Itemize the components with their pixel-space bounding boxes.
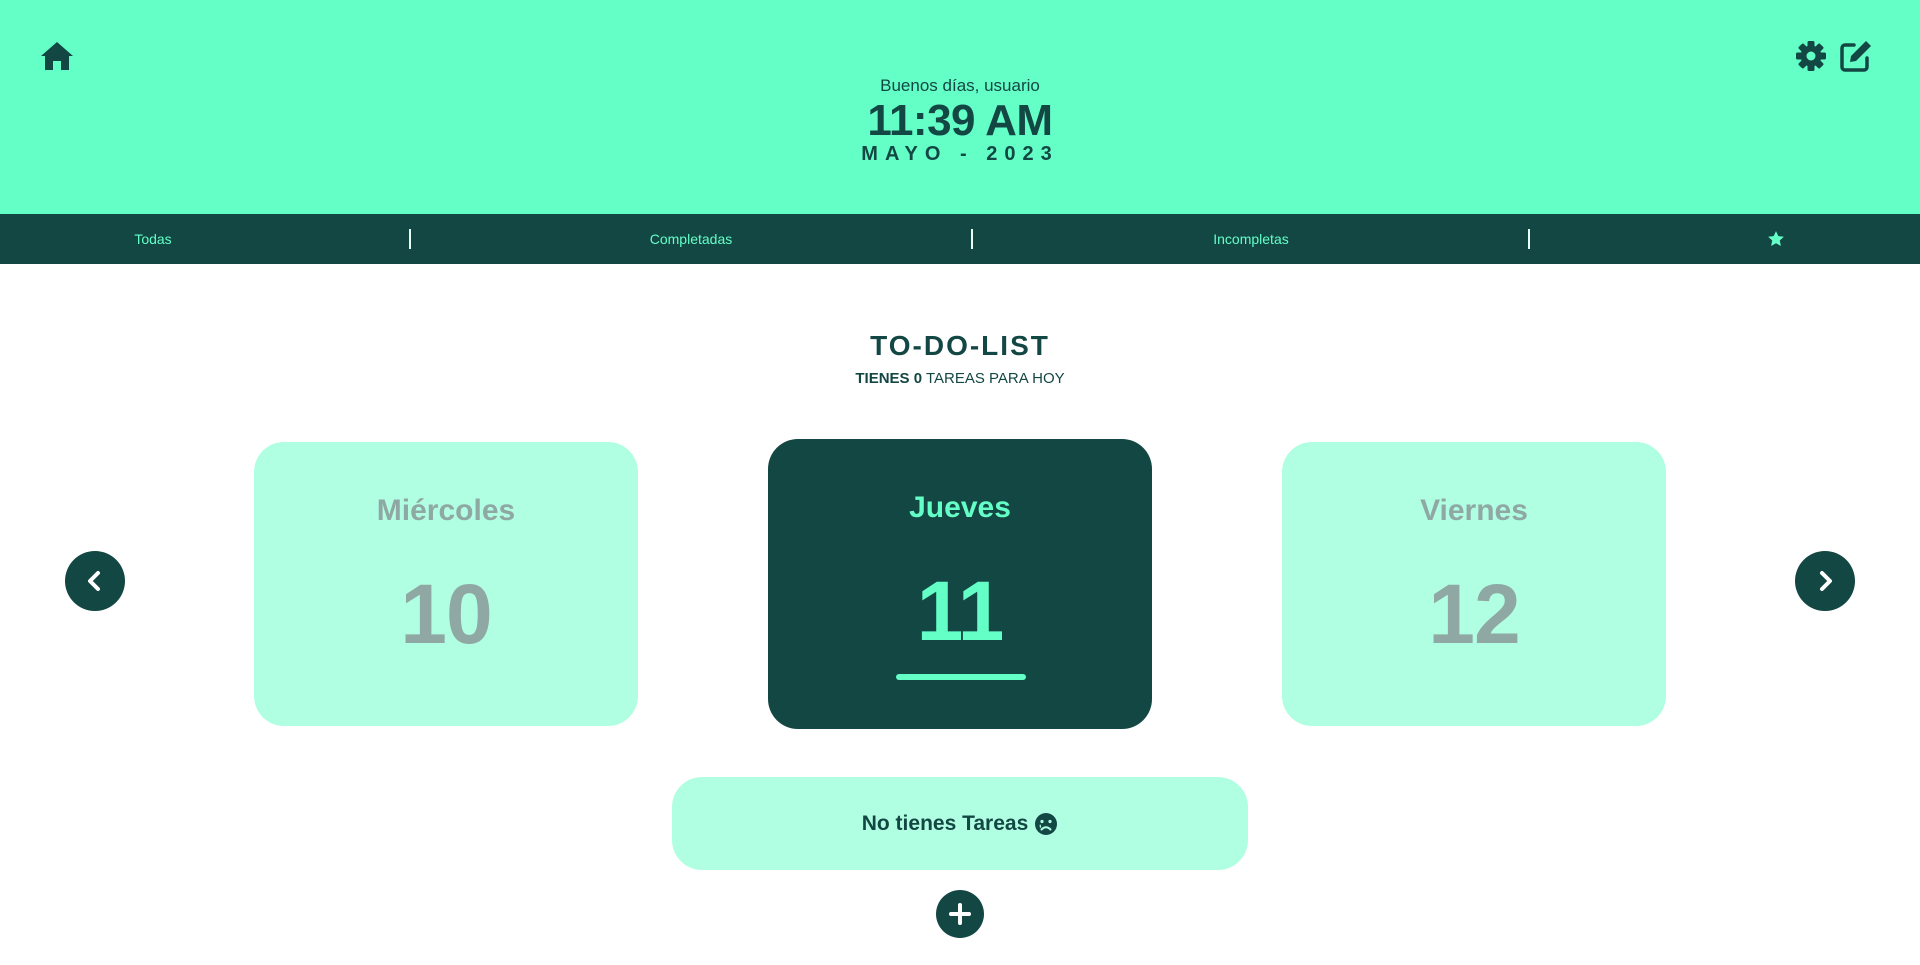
filter-completed[interactable]: Completadas xyxy=(591,214,791,264)
task-count: 0 xyxy=(913,370,923,387)
day-number: 11 xyxy=(916,564,1005,658)
day-number: 10 xyxy=(400,567,492,661)
chevron-right-icon xyxy=(1820,571,1832,591)
prev-day-button[interactable] xyxy=(65,551,125,611)
divider xyxy=(1528,229,1530,249)
day-card-friday[interactable]: Viernes 12 xyxy=(1282,442,1666,726)
day-name: Miércoles xyxy=(376,494,516,527)
day-name: Viernes xyxy=(1420,494,1528,527)
subtitle-suffix: TAREAS PARA HOY xyxy=(925,370,1065,387)
day-name: Jueves xyxy=(909,491,1011,524)
sad-face-icon xyxy=(1034,812,1058,836)
add-task-button[interactable] xyxy=(936,890,984,938)
page-title: TO-DO-LIST xyxy=(870,330,1050,361)
month-year: MAYO - 2023 xyxy=(861,143,1059,165)
task-summary: TIENES 0 TAREAS PARA HOY xyxy=(0,370,1920,387)
subtitle-prefix: TIENES xyxy=(855,370,910,387)
chevron-left-icon xyxy=(88,571,100,591)
clock: 11:39 AM xyxy=(867,96,1053,145)
day-card-thursday[interactable]: Jueves 11 xyxy=(768,439,1152,729)
divider xyxy=(409,229,411,249)
filter-bar: Todas Completadas Incompletas xyxy=(0,214,1920,264)
gear-icon[interactable] xyxy=(1791,36,1831,76)
selected-indicator xyxy=(896,674,1026,680)
edit-icon[interactable] xyxy=(1836,36,1876,76)
greeting: Buenos días, usuario xyxy=(880,76,1040,95)
home-icon[interactable] xyxy=(37,36,77,76)
plus-icon xyxy=(949,903,971,925)
empty-message: No tienes Tareas xyxy=(861,811,1029,835)
day-number: 12 xyxy=(1428,567,1520,661)
filter-incomplete[interactable]: Incompletas xyxy=(1151,214,1351,264)
filter-favorites[interactable] xyxy=(1756,214,1796,264)
header: Buenos días, usuario 11:39 AM MAYO - 202… xyxy=(0,0,1920,214)
day-card-wednesday[interactable]: Miércoles 10 xyxy=(254,442,638,726)
star-icon xyxy=(1768,231,1784,246)
filter-all[interactable]: Todas xyxy=(0,214,306,264)
empty-state: No tienes Tareas xyxy=(672,777,1248,870)
divider xyxy=(971,229,973,249)
next-day-button[interactable] xyxy=(1795,551,1855,611)
